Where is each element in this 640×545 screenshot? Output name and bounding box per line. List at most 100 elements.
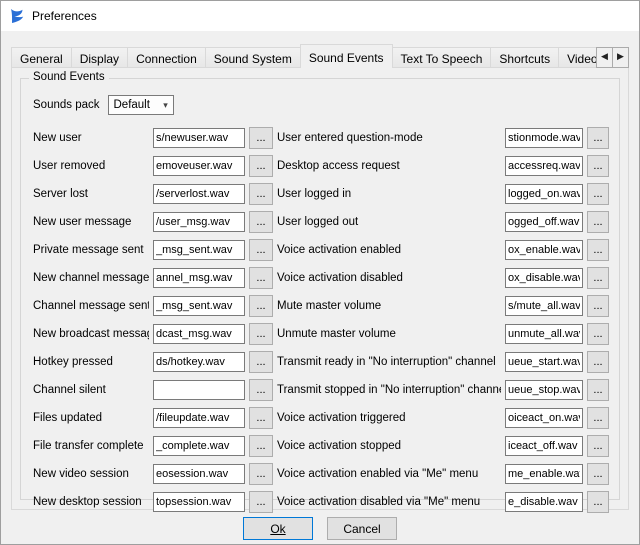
tab-display[interactable]: Display (71, 47, 128, 68)
chevron-down-icon: ▾ (159, 100, 173, 111)
sound-file-input[interactable] (505, 296, 583, 316)
browse-button[interactable]: ... (249, 211, 273, 233)
tab-bar: General Display Connection Sound System … (11, 44, 629, 68)
sound-file-input[interactable] (153, 464, 245, 484)
browse-button[interactable]: ... (587, 351, 609, 373)
sound-file-input[interactable] (153, 296, 245, 316)
sounds-pack-combobox[interactable]: Default ▾ (108, 95, 174, 115)
sound-event-label: Transmit stopped in "No interruption" ch… (277, 384, 501, 396)
sound-events-groupbox: Sound Events Sounds pack Default ▾ New u… (20, 78, 620, 500)
sound-file-input[interactable] (505, 464, 583, 484)
sound-file-input[interactable] (505, 408, 583, 428)
sound-event-label: User removed (33, 160, 149, 172)
cancel-button[interactable]: Cancel (327, 517, 397, 540)
sound-file-input[interactable] (153, 492, 245, 512)
sound-events-grid: New user ... User entered question-mode … (33, 127, 609, 513)
sound-file-input[interactable] (153, 128, 245, 148)
sound-file-input[interactable] (153, 408, 245, 428)
sound-file-input[interactable] (153, 436, 245, 456)
sound-event-label: New broadcast message (33, 328, 149, 340)
browse-button[interactable]: ... (249, 463, 273, 485)
browse-button[interactable]: ... (587, 295, 609, 317)
browse-button[interactable]: ... (249, 155, 273, 177)
browse-button[interactable]: ... (249, 435, 273, 457)
browse-button[interactable]: ... (249, 295, 273, 317)
sound-event-label: File transfer complete (33, 440, 149, 452)
browse-button[interactable]: ... (249, 323, 273, 345)
sounds-pack-label: Sounds pack (33, 99, 100, 111)
sound-file-input[interactable] (153, 212, 245, 232)
window-title: Preferences (32, 9, 97, 23)
sound-event-label: Hotkey pressed (33, 356, 149, 368)
tab-connection[interactable]: Connection (127, 47, 206, 68)
browse-button[interactable]: ... (249, 183, 273, 205)
arrow-left-icon: ◀ (601, 52, 608, 62)
sound-file-input[interactable] (505, 324, 583, 344)
preferences-window: Preferences General Display Connection S… (0, 0, 640, 545)
tab-sound-events[interactable]: Sound Events (300, 44, 393, 68)
tab-scroll-right-button[interactable]: ▶ (612, 47, 629, 68)
browse-button[interactable]: ... (249, 351, 273, 373)
sound-event-label: User logged out (277, 216, 501, 228)
browse-button[interactable]: ... (249, 407, 273, 429)
browse-button[interactable]: ... (587, 211, 609, 233)
sounds-pack-row: Sounds pack Default ▾ (33, 95, 619, 115)
browse-button[interactable]: ... (249, 379, 273, 401)
sound-event-label: New video session (33, 468, 149, 480)
browse-button[interactable]: ... (587, 323, 609, 345)
sound-file-input[interactable] (153, 324, 245, 344)
browse-button[interactable]: ... (587, 463, 609, 485)
sound-event-label: Mute master volume (277, 300, 501, 312)
sound-file-input[interactable] (153, 380, 245, 400)
browse-button[interactable]: ... (587, 183, 609, 205)
groupbox-title: Sound Events (29, 71, 109, 83)
sound-event-label: Voice activation disabled (277, 272, 501, 284)
sound-event-label: Voice activation stopped (277, 440, 501, 452)
tab-sound-system[interactable]: Sound System (205, 47, 301, 68)
sound-file-input[interactable] (153, 240, 245, 260)
sound-file-input[interactable] (505, 492, 583, 512)
browse-button[interactable]: ... (587, 379, 609, 401)
sound-file-input[interactable] (505, 380, 583, 400)
sound-file-input[interactable] (153, 268, 245, 288)
tab-text-to-speech[interactable]: Text To Speech (392, 47, 492, 68)
browse-button[interactable]: ... (249, 239, 273, 261)
browse-button[interactable]: ... (587, 491, 609, 513)
browse-button[interactable]: ... (249, 491, 273, 513)
sound-file-input[interactable] (153, 184, 245, 204)
sound-event-label: Transmit ready in "No interruption" chan… (277, 356, 501, 368)
sound-event-label: Voice activation enabled via "Me" menu (277, 468, 501, 480)
browse-button[interactable]: ... (249, 127, 273, 149)
sound-file-input[interactable] (153, 156, 245, 176)
sound-file-input[interactable] (505, 268, 583, 288)
sound-file-input[interactable] (505, 128, 583, 148)
sound-file-input[interactable] (505, 436, 583, 456)
tab-general[interactable]: General (11, 47, 72, 68)
sound-event-label: User entered question-mode (277, 132, 501, 144)
tab-shortcuts[interactable]: Shortcuts (490, 47, 559, 68)
sound-file-input[interactable] (505, 352, 583, 372)
ok-button[interactable]: Ok (243, 517, 313, 540)
sound-event-label: User logged in (277, 188, 501, 200)
sound-file-input[interactable] (153, 352, 245, 372)
browse-button[interactable]: ... (587, 239, 609, 261)
browse-button[interactable]: ... (249, 267, 273, 289)
browse-button[interactable]: ... (587, 155, 609, 177)
browse-button[interactable]: ... (587, 407, 609, 429)
sound-event-label: Server lost (33, 188, 149, 200)
sound-event-label: Channel message sent (33, 300, 149, 312)
sound-file-input[interactable] (505, 212, 583, 232)
browse-button[interactable]: ... (587, 267, 609, 289)
tab-scroll-left-button[interactable]: ◀ (596, 47, 613, 68)
tab-page-sound-events: Sound Events Sounds pack Default ▾ New u… (11, 67, 629, 510)
sound-event-label: Voice activation triggered (277, 412, 501, 424)
sound-file-input[interactable] (505, 184, 583, 204)
tab-scroll-buttons: ◀ ▶ (596, 47, 629, 68)
sound-event-label: New desktop session (33, 496, 149, 508)
sound-event-label: Desktop access request (277, 160, 501, 172)
sound-event-label: New user message (33, 216, 149, 228)
sound-file-input[interactable] (505, 240, 583, 260)
sound-file-input[interactable] (505, 156, 583, 176)
browse-button[interactable]: ... (587, 435, 609, 457)
browse-button[interactable]: ... (587, 127, 609, 149)
